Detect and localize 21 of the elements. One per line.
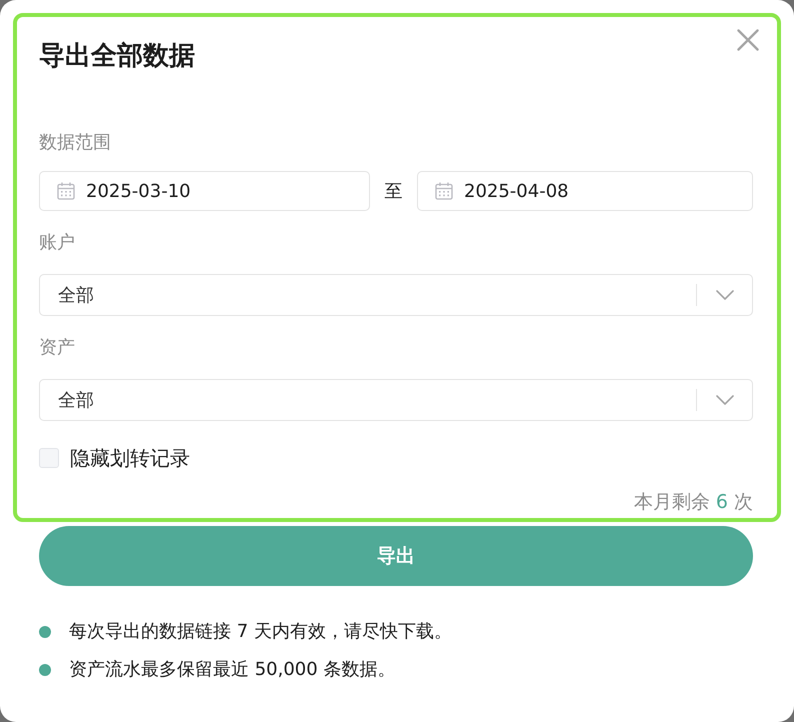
note-text: 每次导出的数据链接 7 天内有效，请尽快下载。 (69, 620, 452, 644)
range-separator: 至 (384, 180, 404, 203)
close-icon[interactable] (737, 29, 759, 51)
checkbox-label[interactable]: 隐藏划转记录 (70, 445, 190, 471)
quota-text: 本月剩余 6 次 (634, 490, 753, 515)
bullet-dot-icon (39, 664, 51, 676)
checkbox[interactable] (39, 448, 59, 468)
chevron-down-icon (716, 290, 734, 300)
date-field[interactable]: 2025-04-08 (417, 171, 753, 211)
field-label: 资产 (39, 336, 75, 360)
date-field[interactable]: 2025-03-10 (39, 171, 370, 211)
calendar-icon (435, 182, 453, 200)
dialog-title: 导出全部数据 (39, 40, 195, 73)
bullet-dot-icon (39, 626, 51, 638)
field-label: 账户 (39, 231, 75, 255)
chevron-down-icon (716, 395, 734, 405)
dropdown-select[interactable]: 全部 (39, 379, 753, 421)
field-label: 数据范围 (39, 131, 111, 155)
dropdown-select[interactable]: 全部 (39, 274, 753, 316)
calendar-icon (57, 182, 75, 200)
note-text: 资产流水最多保留最近 50,000 条数据。 (69, 658, 396, 682)
